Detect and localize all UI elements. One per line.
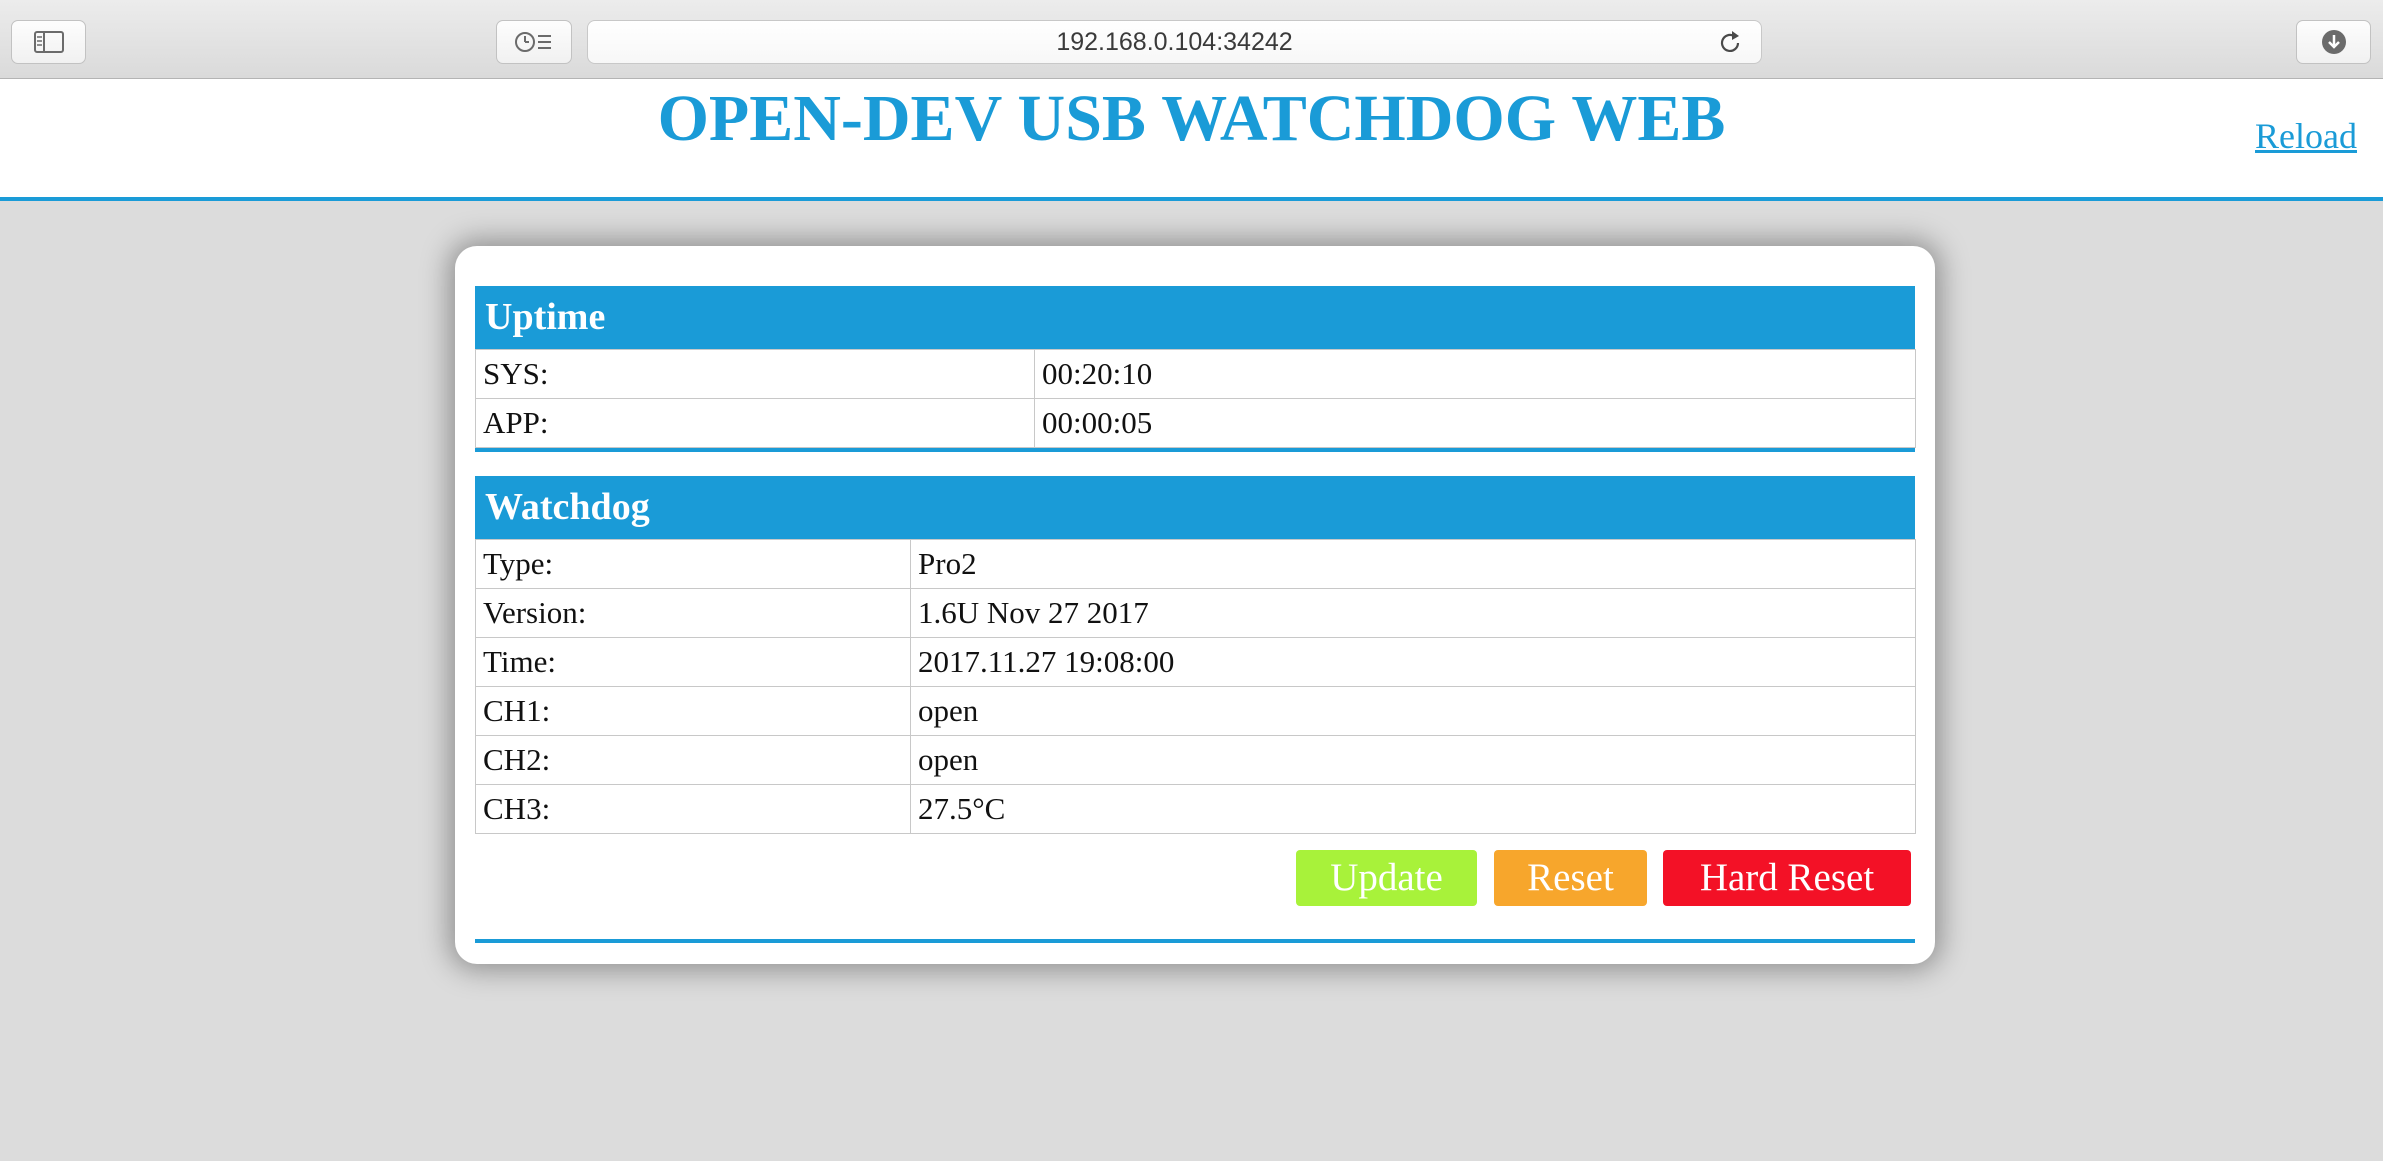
table-row: APP: 00:00:05 <box>475 398 1916 448</box>
table-row: CH3: 27.5°C <box>475 784 1916 834</box>
uptime-table: SYS: 00:20:10 APP: 00:00:05 <box>475 349 1916 448</box>
watchdog-label: CH3: <box>475 784 911 834</box>
watchdog-section: Watchdog Type: Pro2 Version: 1.6U Nov 27… <box>475 476 1916 834</box>
uptime-heading: Uptime <box>475 286 1915 349</box>
uptime-label: APP: <box>475 398 1035 448</box>
watchdog-label: CH2: <box>475 735 911 785</box>
history-icon <box>515 32 551 52</box>
sidebar-icon <box>33 31 64 53</box>
status-card: Uptime SYS: 00:20:10 APP: 00:00:05 Watch… <box>455 246 1935 964</box>
update-button[interactable]: Update <box>1296 850 1477 906</box>
uptime-label: SYS: <box>475 349 1035 399</box>
watchdog-heading: Watchdog <box>475 476 1915 539</box>
uptime-value: 00:00:05 <box>1034 398 1916 448</box>
watchdog-value: open <box>910 686 1916 736</box>
reload-icon[interactable] <box>1717 30 1743 56</box>
watchdog-label: Time: <box>475 637 911 687</box>
watchdog-label: Type: <box>475 539 911 589</box>
table-row: CH2: open <box>475 735 1916 785</box>
table-row: Time: 2017.11.27 19:08:00 <box>475 637 1916 687</box>
page-title: OPEN-DEV USB WATCHDOG WEB <box>657 82 1726 155</box>
watchdog-value: Pro2 <box>910 539 1916 589</box>
table-row: CH1: open <box>475 686 1916 736</box>
page-header: OPEN-DEV USB WATCHDOG WEB Reload <box>0 79 2383 201</box>
action-buttons: Update Reset Hard Reset <box>475 850 1915 910</box>
downloads-button[interactable] <box>2296 20 2371 64</box>
uptime-section: Uptime SYS: 00:20:10 APP: 00:00:05 <box>475 286 1916 452</box>
hard-reset-button[interactable]: Hard Reset <box>1663 850 1911 906</box>
history-button[interactable] <box>496 20 572 64</box>
uptime-value: 00:20:10 <box>1034 349 1916 399</box>
table-row: Version: 1.6U Nov 27 2017 <box>475 588 1916 638</box>
watchdog-value: open <box>910 735 1916 785</box>
table-row: Type: Pro2 <box>475 539 1916 589</box>
address-bar[interactable]: 192.168.0.104:34242 <box>587 20 1762 64</box>
watchdog-table: Type: Pro2 Version: 1.6U Nov 27 2017 Tim… <box>475 539 1916 834</box>
reload-link[interactable]: Reload <box>2255 115 2357 157</box>
download-icon <box>2321 30 2346 54</box>
browser-toolbar: 192.168.0.104:34242 <box>0 0 2383 79</box>
bottom-divider <box>475 939 1915 943</box>
watchdog-value: 2017.11.27 19:08:00 <box>910 637 1916 687</box>
watchdog-label: Version: <box>475 588 911 638</box>
watchdog-value: 1.6U Nov 27 2017 <box>910 588 1916 638</box>
watchdog-value: 27.5°C <box>910 784 1916 834</box>
sidebar-toggle-button[interactable] <box>11 20 86 64</box>
section-divider <box>475 448 1915 452</box>
address-text: 192.168.0.104:34242 <box>1056 27 1293 56</box>
table-row: SYS: 00:20:10 <box>475 349 1916 399</box>
reset-button[interactable]: Reset <box>1494 850 1647 906</box>
watchdog-label: CH1: <box>475 686 911 736</box>
